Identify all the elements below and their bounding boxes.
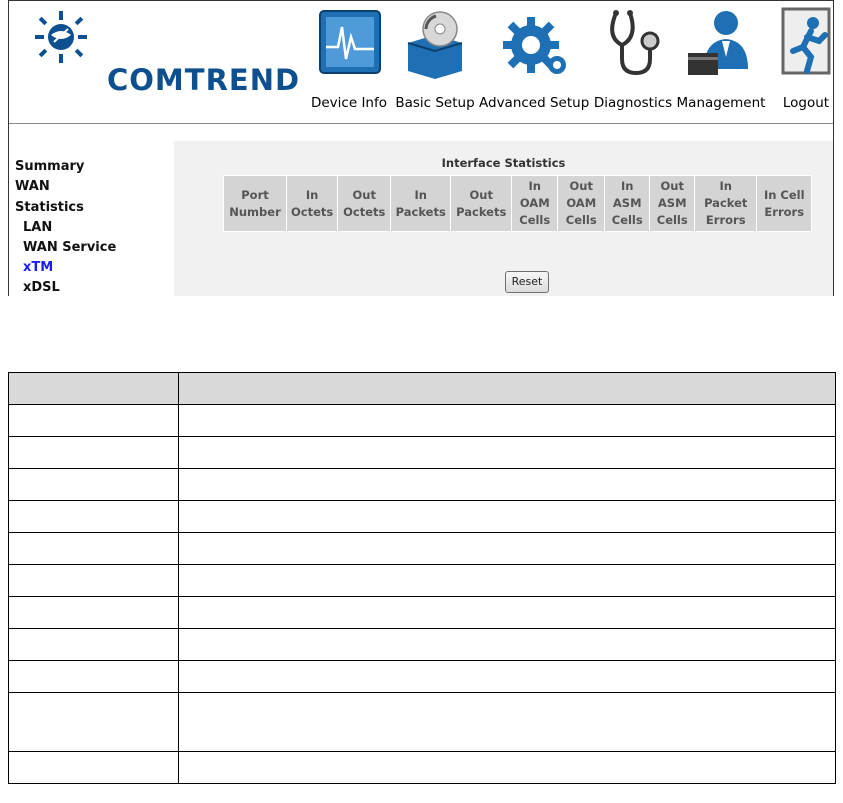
nav-diagnostics[interactable]: Diagnostics	[593, 7, 673, 117]
table-header-row: Port Number In Octets Out Octets In Packets …	[224, 176, 812, 231]
comtrend-sunburst-icon	[35, 11, 87, 63]
advanced-setup-gear-icon	[503, 17, 566, 74]
col-in-packets: In Packets	[391, 176, 451, 231]
nav-device-info[interactable]: Device Info	[307, 7, 391, 117]
col-in-cell-errors: In Cell Errors	[757, 176, 812, 231]
comtrend-logo: COMTREND	[21, 9, 299, 97]
management-person-icon	[688, 11, 748, 75]
sidebar-item-lan[interactable]: LAN	[23, 220, 52, 235]
table-row	[8, 500, 836, 533]
nav-device-info-label: Device Info	[310, 95, 387, 111]
interface-statistics-table: Port Number In Octets Out Octets In Packets …	[223, 175, 813, 232]
diagnostics-stethoscope-icon	[610, 10, 660, 76]
sidebar-item-summary[interactable]: Summary	[15, 159, 84, 174]
col-in-packet-errors: In Packet Errors	[695, 176, 757, 231]
nav-diagnostics-label: Diagnostics	[593, 95, 673, 111]
sidebar-item-wan-service[interactable]: WAN Service	[23, 240, 116, 255]
sidebar-item-xtm[interactable]: xTM	[23, 260, 53, 275]
brand-name: COMTREND	[107, 63, 301, 97]
col-in-octets: In Octets	[287, 176, 338, 231]
col-out-octets: Out Octets	[338, 176, 391, 231]
nav-management[interactable]: Management	[675, 7, 767, 117]
sidebar-item-statistics[interactable]: Statistics	[15, 200, 84, 215]
nav-basic-setup-label: Basic Setup	[395, 95, 475, 111]
reset-button[interactable]: Reset	[505, 271, 549, 293]
table-row	[8, 751, 836, 784]
nav-advanced-setup-label: Advanced Setup	[479, 95, 590, 111]
router-web-ui-screenshot: COMTREND Device Info Basic Setup Advance…	[8, 0, 834, 296]
col-out-asm-cells: Out ASM Cells	[650, 176, 695, 231]
table-row	[8, 404, 836, 437]
basic-setup-box-disc-icon	[407, 11, 463, 79]
nav-logout[interactable]: Logout	[771, 7, 841, 117]
col-out-oam-cells: Out OAM Cells	[558, 176, 605, 231]
nav-advanced-setup[interactable]: Advanced Setup	[479, 7, 589, 117]
table-row	[8, 692, 836, 752]
interface-statistics-title: Interface Statistics	[441, 156, 566, 170]
col-out-packets: Out Packets	[451, 176, 512, 231]
description-table	[8, 372, 836, 784]
table-header-row	[8, 372, 836, 405]
device-info-monitor-icon	[319, 10, 381, 74]
sidebar-item-xdsl[interactable]: xDSL	[23, 280, 60, 295]
table-row	[8, 660, 836, 693]
table-row	[8, 596, 836, 629]
table-row	[8, 468, 836, 501]
main-content: Interface Statistics Port Number In Octets…	[174, 141, 833, 296]
col-port-number: Port Number	[224, 176, 286, 231]
table-row	[8, 564, 836, 597]
sidebar-item-wan[interactable]: WAN	[15, 179, 50, 194]
nav-logout-label: Logout	[782, 95, 830, 111]
col-in-oam-cells: In OAM Cells	[512, 176, 558, 231]
col-in-asm-cells: In ASM Cells	[605, 176, 650, 231]
top-header: COMTREND Device Info Basic Setup Advance…	[9, 1, 833, 123]
sidebar-menu: Summary WAN Statistics LAN WAN Service x…	[9, 124, 174, 296]
table-row	[8, 532, 836, 565]
table-row	[8, 628, 836, 661]
logout-running-man-icon	[781, 7, 831, 75]
nav-basic-setup[interactable]: Basic Setup	[393, 7, 477, 117]
nav-management-label: Management	[676, 95, 766, 111]
table-row	[8, 436, 836, 469]
